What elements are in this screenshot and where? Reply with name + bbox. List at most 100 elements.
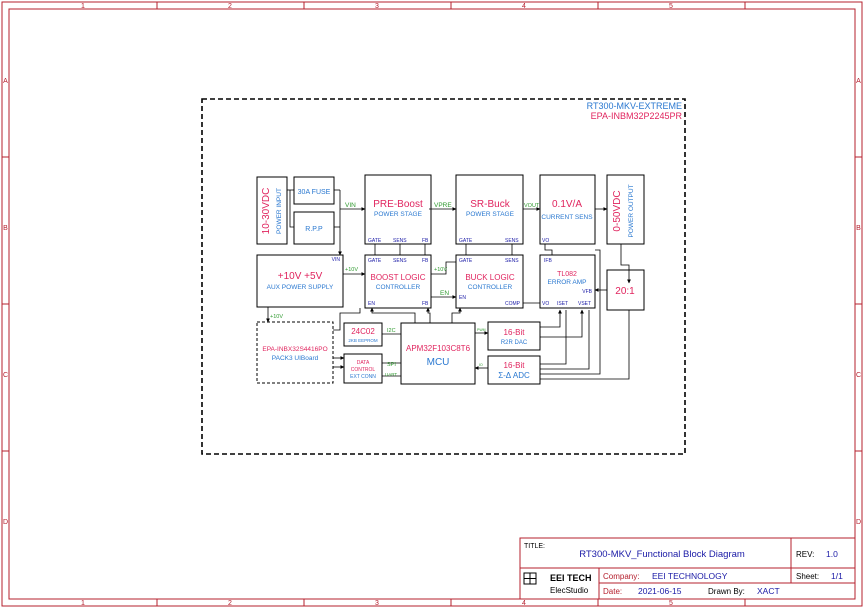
current-sens-subtitle: CURRENT SENS	[541, 214, 593, 221]
company-label: Company:	[603, 572, 639, 581]
system-boundary	[201, 98, 686, 455]
pin-sens: SENS	[505, 238, 519, 244]
net-pwm: PWM	[477, 328, 486, 332]
drawing-title: RT300-MKV_Functional Block Diagram	[579, 549, 745, 560]
rev-value: 1.0	[826, 549, 838, 559]
pre-boost-subtitle: POWER STAGE	[374, 211, 423, 218]
drawn-by-label: Drawn By:	[708, 587, 745, 596]
pin-sens: SENS	[393, 258, 407, 264]
pin-iset: ISET	[557, 301, 568, 307]
net-vin: VIN	[345, 202, 356, 209]
eeprom-subtitle: 2KB EEPROM	[348, 338, 378, 343]
frame-row-left: A	[3, 78, 8, 85]
pin-vin: VIN	[332, 257, 341, 263]
net-plus10v: +10V	[434, 267, 447, 273]
pin-sens: SENS	[505, 258, 519, 264]
error-amp-title: TL082	[557, 271, 577, 278]
frame-row-right: D	[856, 519, 861, 526]
pin-vo: VO	[542, 238, 549, 244]
pin-comp: COMP	[505, 301, 521, 307]
sr-buck-subtitle: POWER STAGE	[466, 211, 515, 218]
frame-row-left: B	[3, 225, 8, 232]
mcu-part: APM32F103C8T6	[406, 344, 471, 353]
company-name: EEI TECHNOLOGY	[652, 571, 728, 581]
pin-gate: GATE	[459, 238, 473, 244]
net-i2c: I2C	[387, 328, 396, 334]
drawn-by-value: XACT	[757, 586, 780, 596]
net-io: IO	[479, 363, 483, 367]
adc-subtitle: Σ-Δ ADC	[498, 371, 530, 380]
logo-line2: ElecStudio	[550, 586, 589, 595]
pin-en: EN	[368, 301, 375, 307]
adc-title: 16-Bit	[504, 361, 526, 370]
pin-fb: FB	[422, 238, 429, 244]
pin-gate: GATE	[459, 258, 473, 264]
date-label: Date:	[603, 587, 622, 596]
boost-logic-title: BOOST LOGIC	[371, 273, 426, 282]
error-amp-subtitle: ERROR AMP	[547, 279, 586, 286]
aux-supply-title: +10V +5V	[278, 271, 323, 282]
frame-col-bottom: 5	[669, 600, 673, 607]
header-part-number: EPA-INBM32P2245PR	[591, 111, 683, 121]
pre-boost-title: PRE-Boost	[373, 199, 423, 210]
date-value: 2021-06-15	[638, 586, 682, 596]
net-uart: UART	[385, 372, 397, 377]
mcu-block	[400, 322, 476, 385]
ui-board-title: EPA-INBX32S4416PO	[262, 346, 327, 353]
sheet-label: Sheet:	[796, 572, 819, 581]
boost-logic-subtitle: CONTROLLER	[376, 284, 421, 291]
data-conn-line3: EXT CONN	[350, 374, 376, 380]
current-sens-title: 0.1V/A	[552, 199, 582, 210]
power-input-label: POWER INPUT	[276, 188, 283, 234]
pin-gate: GATE	[368, 238, 382, 244]
frame-col-top: 1	[81, 3, 85, 10]
frame-col-bottom: 3	[375, 600, 379, 607]
pin-fb: FB	[422, 301, 429, 307]
power-output-voltage: 0-50VDC	[612, 190, 623, 231]
frame-col-top: 4	[522, 3, 526, 10]
header-model: RT300-MKV-EXTREME	[587, 101, 682, 111]
schematic-sheet: 1 2 3 4 5 1 2 3 4 5 A B C D A B C D RT30…	[1, 1, 863, 607]
sr-buck-title: SR-Buck	[470, 199, 510, 210]
frame-row-right: B	[856, 225, 861, 232]
net-plus10v: +10V	[270, 314, 283, 320]
frame-col-bottom: 1	[81, 600, 85, 607]
fuse-label: 30A FUSE	[298, 189, 331, 196]
ui-board-subtitle: PACK3 UIBoard	[272, 355, 319, 362]
aux-supply-subtitle: AUX POWER SUPPLY	[267, 284, 334, 291]
frame-col-bottom: 2	[228, 600, 232, 607]
net-spi: SPI	[387, 362, 396, 368]
pin-gate: GATE	[368, 258, 382, 264]
pin-en: EN	[459, 295, 466, 301]
eei-logo-icon	[523, 572, 537, 585]
pin-vset: VSET	[578, 301, 591, 307]
rpp-label: R.P.P	[305, 226, 323, 233]
rev-label: REV:	[796, 550, 814, 559]
sheet-value: 1/1	[831, 571, 843, 581]
eeprom-title: 24C02	[351, 327, 375, 336]
data-conn-line2: CONTROL	[351, 367, 376, 373]
pin-fb: FB	[422, 258, 429, 264]
pin-vo: VO	[542, 301, 549, 307]
power-output-label: POWER OUTPUT	[628, 184, 635, 237]
power-input-voltage: 10-30VDC	[261, 188, 272, 235]
frame-row-left: C	[3, 372, 8, 379]
buck-logic-title: BUCK LOGIC	[465, 273, 515, 282]
net-en: EN	[440, 290, 449, 297]
pin-vfb: VFB	[582, 289, 592, 295]
net-vout: VOUT	[524, 203, 540, 209]
dac-title: 16-Bit	[504, 328, 526, 337]
pin-ifb: IFB	[544, 258, 552, 264]
frame-row-left: D	[3, 519, 8, 526]
net-vpre: VPRE	[434, 202, 452, 209]
net-plus10v: +10V	[345, 267, 358, 273]
buck-logic-subtitle: CONTROLLER	[468, 284, 513, 291]
logo-line1: EEI TECH	[550, 573, 592, 583]
frame-col-top: 5	[669, 3, 673, 10]
title-label: TITLE:	[524, 543, 545, 550]
frame-col-top: 2	[228, 3, 232, 10]
frame-col-top: 3	[375, 3, 379, 10]
data-conn-line1: DATA	[357, 360, 370, 366]
divider-ratio: 20:1	[615, 286, 635, 297]
frame-row-right: A	[856, 78, 861, 85]
